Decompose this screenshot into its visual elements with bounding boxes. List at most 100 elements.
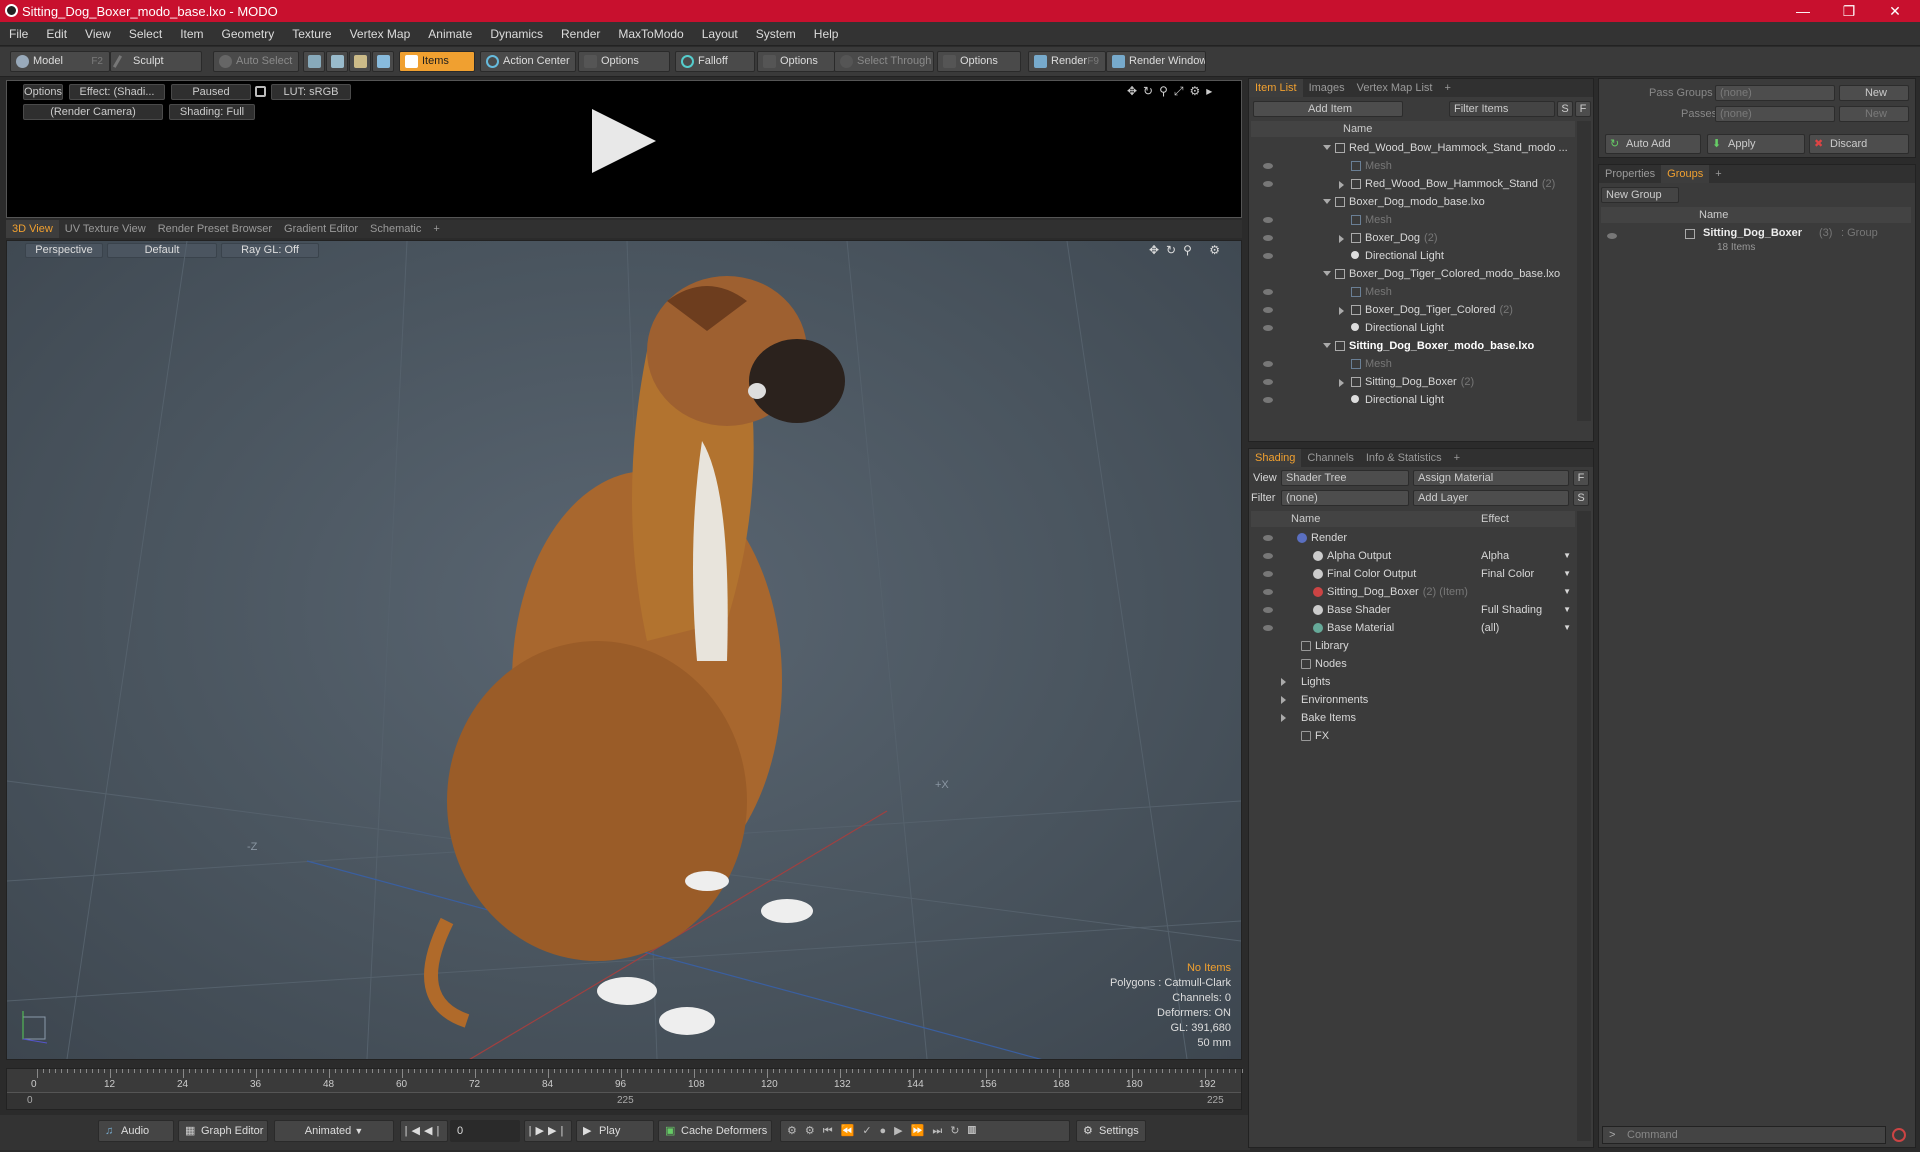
expand-arrow-icon[interactable] <box>1281 696 1286 704</box>
tab-item-list[interactable]: Item List <box>1249 79 1303 97</box>
expand-arrow-icon[interactable] <box>1281 678 1286 686</box>
item-list-row[interactable]: Boxer_Dog_Tiger_Colored_modo_base.lxo <box>1251 265 1575 283</box>
select-through-button[interactable]: Select Through <box>834 51 934 72</box>
item-list-scrollbar[interactable] <box>1577 121 1591 421</box>
timeline[interactable]: 0 12 24 36 48 60 72 84 96 108 120 132 144 156 168 180 19… <box>6 1068 1419 1110</box>
select-through-options-button[interactable]: Options <box>937 51 1021 72</box>
menu-select[interactable]: Select <box>120 27 171 41</box>
lut-dropdown[interactable]: LUT: sRGB <box>271 84 351 100</box>
play-render-icon[interactable] <box>592 109 656 173</box>
stop-command-icon[interactable] <box>1892 1128 1906 1142</box>
shader-tree-row[interactable]: Sitting_Dog_Boxer (2) (Item) ▼ <box>1251 583 1575 601</box>
group-row[interactable]: Sitting_Dog_Boxer (3) : Group 18 Items <box>1601 225 1911 265</box>
menu-help[interactable]: Help <box>805 27 848 41</box>
visibility-eye-icon[interactable] <box>1263 325 1273 331</box>
collapse-arrow-icon[interactable] <box>1323 145 1331 150</box>
shader-tree-row[interactable]: Library <box>1251 637 1575 655</box>
visibility-eye-icon[interactable] <box>1263 571 1273 577</box>
menu-item[interactable]: Item <box>171 27 212 41</box>
visibility-eye-icon[interactable] <box>1263 625 1273 631</box>
visibility-eye-icon[interactable] <box>1263 553 1273 559</box>
3d-viewport[interactable]: Perspective Default Ray GL: Off ✥↻⚲ ⚙ +X… <box>6 240 1242 1060</box>
collapse-arrow-icon[interactable] <box>1323 199 1331 204</box>
play-button[interactable]: ▶ Play <box>576 1120 654 1142</box>
menu-edit[interactable]: Edit <box>37 27 76 41</box>
shader-tree-row[interactable]: Base Shader Full Shading ▼ <box>1251 601 1575 619</box>
filter-items-input[interactable]: Filter Items <box>1449 101 1555 117</box>
shader-tree-row[interactable]: FX <box>1251 727 1575 745</box>
item-list-row[interactable]: Directional Light <box>1251 319 1575 337</box>
tab-uv-texture-view[interactable]: UV Texture View <box>59 220 152 238</box>
visibility-eye-icon[interactable] <box>1263 163 1273 169</box>
menu-maxtomodo[interactable]: MaxToModo <box>609 27 692 41</box>
effect-dropdown[interactable]: (all) ▼ <box>1481 619 1575 637</box>
lock-icon[interactable] <box>255 86 266 97</box>
tab-3d-view[interactable]: 3D View <box>6 220 59 238</box>
visibility-eye-icon[interactable] <box>1263 235 1273 241</box>
item-list-row[interactable]: Directional Light <box>1251 391 1575 409</box>
render-options-button[interactable]: Options <box>23 84 63 100</box>
action-center-button[interactable]: Action Center <box>480 51 576 72</box>
minimize-icon[interactable]: — <box>1780 0 1826 22</box>
menu-view[interactable]: View <box>76 27 120 41</box>
filter-s-button[interactable]: S <box>1557 101 1573 117</box>
menu-render[interactable]: Render <box>552 27 609 41</box>
falloff-button[interactable]: Falloff <box>675 51 755 72</box>
new-pass-button[interactable]: New <box>1839 106 1909 122</box>
item-list-row[interactable]: Sitting_Dog_Boxer_modo_base.lxo <box>1251 337 1575 355</box>
menu-layout[interactable]: Layout <box>693 27 747 41</box>
expand-arrow-icon[interactable] <box>1339 307 1344 315</box>
effect-dropdown[interactable]: Full Shading ▼ <box>1481 601 1575 619</box>
add-item-dropdown[interactable]: Add Item <box>1253 101 1403 117</box>
tab-shading[interactable]: Shading <box>1249 449 1302 467</box>
item-list-row[interactable]: Boxer_Dog (2) <box>1251 229 1575 247</box>
menu-system[interactable]: System <box>747 27 805 41</box>
render-effect-dropdown[interactable]: Effect: (Shadi... <box>69 84 165 100</box>
tab-channels[interactable]: Channels <box>1301 449 1359 467</box>
effect-dropdown[interactable]: Alpha ▼ <box>1481 547 1575 565</box>
shading-s-button[interactable]: S <box>1573 490 1589 506</box>
assign-material-dropdown[interactable]: Assign Material <box>1413 470 1569 486</box>
render-camera-dropdown[interactable]: (Render Camera) <box>23 104 163 120</box>
add-layer-dropdown[interactable]: Add Layer <box>1413 490 1569 506</box>
shader-tree-row[interactable]: Base Material (all) ▼ <box>1251 619 1575 637</box>
select-edges-icon[interactable] <box>326 51 348 72</box>
item-list-row[interactable]: Boxer_Dog_Tiger_Colored (2) <box>1251 301 1575 319</box>
tab-images[interactable]: Images <box>1303 79 1351 97</box>
items-mode-button[interactable]: Items <box>399 51 475 72</box>
visibility-eye-icon[interactable] <box>1263 607 1273 613</box>
tab-add[interactable]: + <box>1709 165 1727 183</box>
shader-tree-row[interactable]: Render <box>1251 529 1575 547</box>
expand-arrow-icon[interactable] <box>1339 181 1344 189</box>
visibility-eye-icon[interactable] <box>1263 217 1273 223</box>
tab-properties[interactable]: Properties <box>1599 165 1661 183</box>
visibility-eye-icon[interactable] <box>1263 361 1273 367</box>
visibility-eye-icon[interactable] <box>1263 535 1273 541</box>
expand-arrow-icon[interactable] <box>1281 714 1286 722</box>
visibility-eye-icon[interactable] <box>1607 233 1617 239</box>
falloff-options-button[interactable]: Options <box>757 51 835 72</box>
render-window-button[interactable]: Render Window <box>1106 51 1206 72</box>
apply-button[interactable]: ⬇ Apply <box>1707 134 1805 154</box>
shader-tree-row[interactable]: Bake Items <box>1251 709 1575 727</box>
animated-dropdown[interactable]: Animated ▼ <box>274 1120 394 1142</box>
tab-info-statistics[interactable]: Info & Statistics <box>1360 449 1448 467</box>
item-list-row[interactable]: Mesh <box>1251 355 1575 373</box>
action-center-options-button[interactable]: Options <box>578 51 670 72</box>
tab-add[interactable]: + <box>1448 449 1466 467</box>
item-list-row[interactable]: Mesh <box>1251 157 1575 175</box>
menu-vertex-map[interactable]: Vertex Map <box>341 27 420 41</box>
item-list-row[interactable]: Directional Light <box>1251 247 1575 265</box>
new-pass-group-button[interactable]: New <box>1839 85 1909 101</box>
restore-icon[interactable]: ❐ <box>1826 0 1872 22</box>
item-list-row[interactable]: Red_Wood_Bow_Hammock_Stand_modo ... <box>1251 139 1575 157</box>
tab-schematic[interactable]: Schematic <box>364 220 427 238</box>
graph-editor-button[interactable]: ▦ Graph Editor <box>178 1120 268 1142</box>
pass-groups-dropdown[interactable]: (none) <box>1715 85 1835 101</box>
tab-vertex-map-list[interactable]: Vertex Map List <box>1351 79 1439 97</box>
timeline-ruler[interactable]: 0 12 24 36 48 60 72 84 96 108 120 132 144 156 168 180 19… <box>7 1069 1419 1093</box>
skip-forward-buttons[interactable]: |▶▶| <box>524 1120 572 1142</box>
tab-add[interactable]: + <box>1438 79 1456 97</box>
visibility-eye-icon[interactable] <box>1263 307 1273 313</box>
expand-arrow-icon[interactable] <box>1339 379 1344 387</box>
